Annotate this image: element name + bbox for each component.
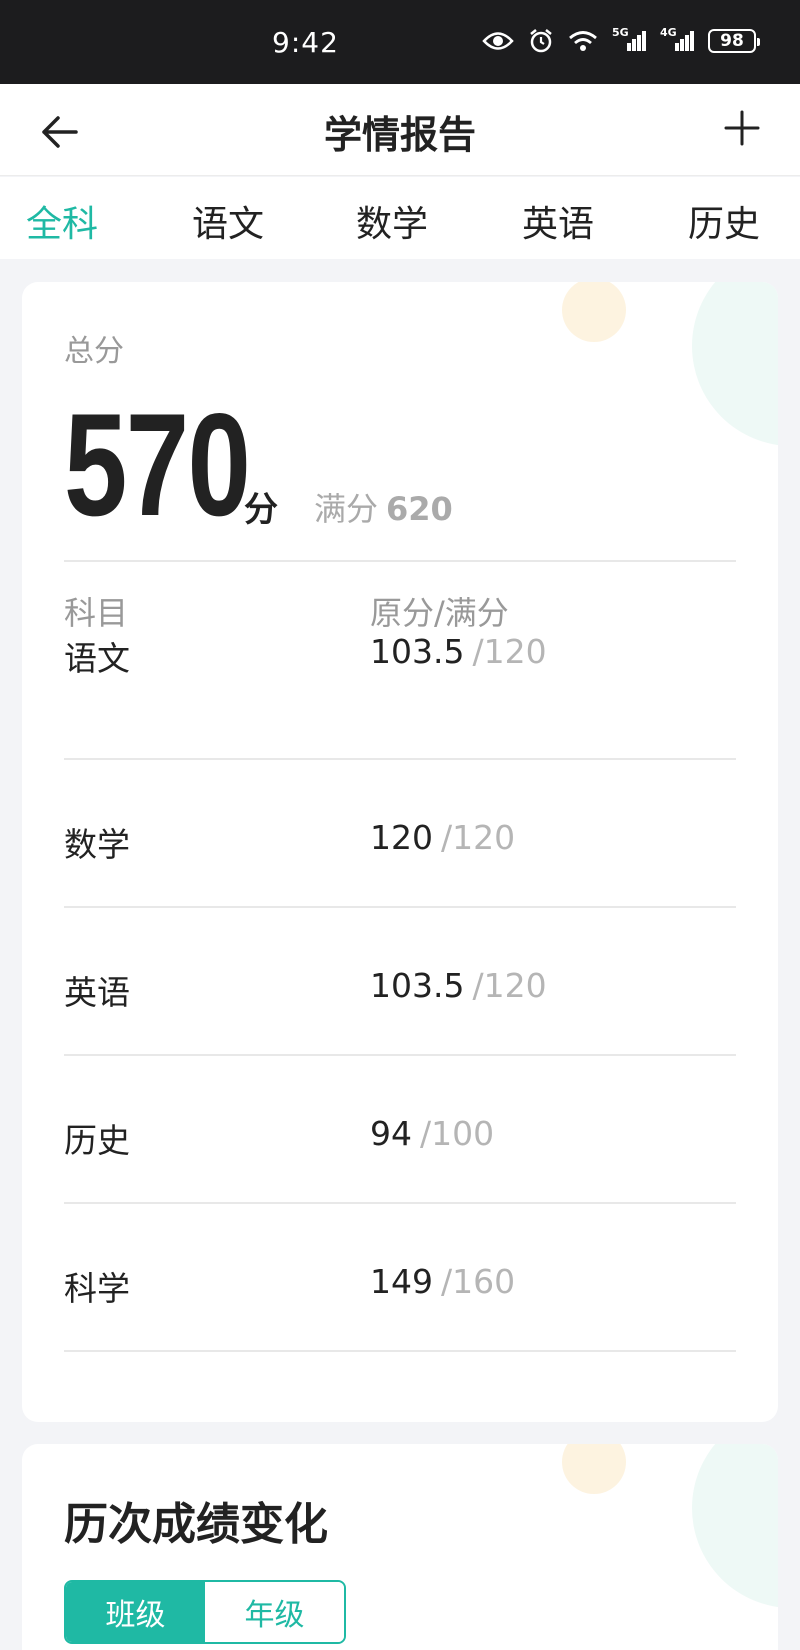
row-score-value: 149 bbox=[370, 1262, 433, 1301]
table-row: 历史 94/100 bbox=[64, 1056, 736, 1204]
row-score: 103.5/120 bbox=[370, 632, 547, 671]
eye-icon bbox=[482, 30, 514, 52]
score-card: 总分 570 分 满分 620 科目 原分/满分 语文 103.5/120 数学 … bbox=[22, 282, 778, 1422]
row-score-full: /120 bbox=[441, 818, 516, 857]
tab-math[interactable]: 数学 bbox=[356, 195, 428, 247]
tab-all[interactable]: 全科 bbox=[26, 195, 98, 247]
row-score-full: /120 bbox=[472, 966, 547, 1005]
row-subject: 历史 bbox=[64, 1121, 130, 1160]
tab-chinese[interactable]: 语文 bbox=[192, 195, 264, 247]
status-bar: 9:42 5G 4G 98 bbox=[0, 0, 800, 84]
table-row: 英语 103.5/120 bbox=[64, 908, 736, 1056]
full-score: 满分 620 bbox=[314, 484, 453, 530]
decorative-circle bbox=[692, 1444, 778, 1608]
row-score-full: /120 bbox=[472, 632, 547, 671]
row-subject: 语文 bbox=[64, 639, 130, 678]
signal-5g-icon: 5G bbox=[612, 27, 646, 51]
tab-english[interactable]: 英语 bbox=[522, 195, 594, 247]
row-score-value: 94 bbox=[370, 1114, 412, 1153]
decorative-circle bbox=[562, 1444, 626, 1494]
row-score-value: 120 bbox=[370, 818, 433, 857]
table-row: 语文 103.5/120 bbox=[64, 612, 736, 760]
row-score-value: 103.5 bbox=[370, 966, 465, 1005]
full-score-label: 满分 bbox=[314, 490, 379, 528]
row-score: 149/160 bbox=[370, 1262, 515, 1301]
divider bbox=[64, 560, 736, 562]
wifi-icon bbox=[568, 29, 598, 53]
row-score-value: 103.5 bbox=[370, 632, 465, 671]
nav-header: 学情报告 bbox=[0, 84, 800, 176]
class-grade-toggle: 班级 年级 bbox=[64, 1580, 346, 1644]
status-time: 9:42 bbox=[272, 26, 339, 59]
add-button[interactable] bbox=[720, 106, 764, 150]
net2-label: 4G bbox=[660, 26, 677, 39]
alarm-icon bbox=[528, 28, 554, 54]
history-card: 历次成绩变化 班级 年级 bbox=[22, 1444, 778, 1650]
net1-label: 5G bbox=[612, 26, 629, 39]
plus-icon bbox=[724, 110, 760, 146]
decorative-circle bbox=[692, 282, 778, 446]
signal-4g-icon: 4G bbox=[660, 27, 694, 51]
total-score-unit: 分 bbox=[244, 490, 278, 530]
row-score: 103.5/120 bbox=[370, 966, 547, 1005]
row-subject: 数学 bbox=[64, 825, 130, 864]
status-icons: 5G 4G 98 bbox=[482, 27, 760, 54]
battery-indicator: 98 bbox=[708, 29, 760, 53]
full-score-value: 620 bbox=[386, 490, 453, 528]
history-title: 历次成绩变化 bbox=[64, 1499, 328, 1550]
row-score: 94/100 bbox=[370, 1114, 494, 1153]
row-score: 120/120 bbox=[370, 818, 515, 857]
table-row: 数学 120/120 bbox=[64, 760, 736, 908]
row-score-full: /160 bbox=[441, 1262, 516, 1301]
total-score-value: 570 bbox=[64, 383, 251, 546]
decorative-circle bbox=[562, 282, 626, 342]
table-row: 科学 149/160 bbox=[64, 1204, 736, 1352]
subject-tabs: 全科 语文 数学 英语 历史 bbox=[0, 177, 800, 259]
row-subject: 科学 bbox=[64, 1269, 130, 1308]
row-subject: 英语 bbox=[64, 973, 130, 1012]
row-score-full: /100 bbox=[420, 1114, 495, 1153]
tab-history[interactable]: 历史 bbox=[688, 195, 760, 247]
toggle-grade[interactable]: 年级 bbox=[205, 1582, 344, 1642]
page-title: 学情报告 bbox=[323, 113, 476, 157]
toggle-class[interactable]: 班级 bbox=[66, 1582, 205, 1642]
total-score-label: 总分 bbox=[64, 334, 124, 369]
